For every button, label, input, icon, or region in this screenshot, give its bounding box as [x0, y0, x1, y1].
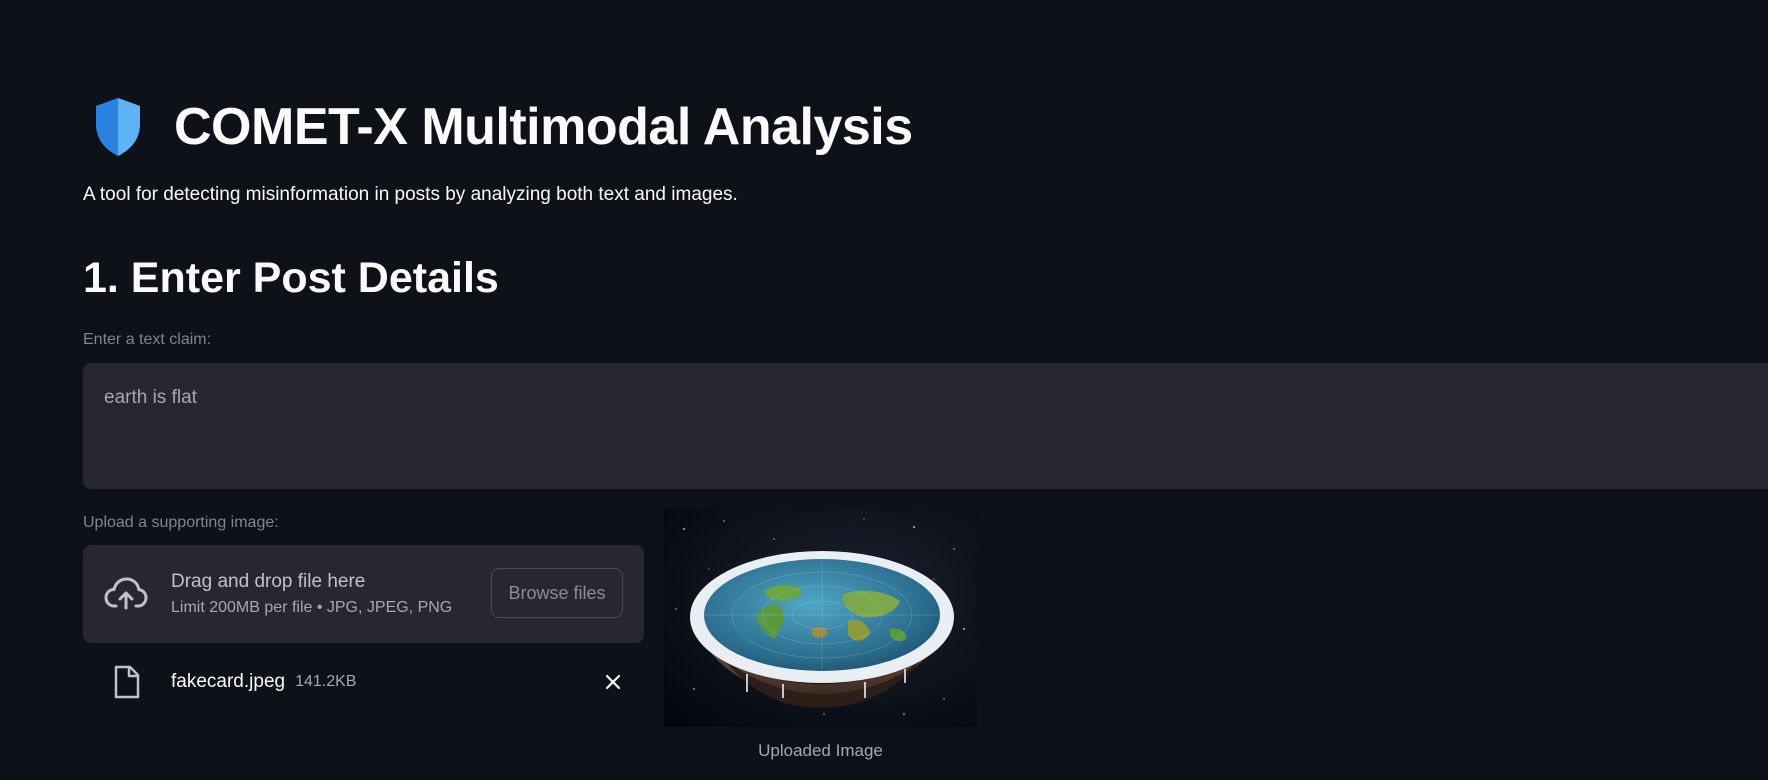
image-caption: Uploaded Image — [758, 741, 883, 760]
file-size: 141.2KB — [295, 673, 357, 690]
dropzone-title: Drag and drop file here — [171, 571, 366, 592]
text-claim-input[interactable]: earth is flat — [83, 363, 1768, 489]
uploaded-image-preview — [664, 509, 977, 727]
browse-files-button[interactable]: Browse files — [491, 568, 623, 618]
dropzone-text: Drag and drop file here Limit 200MB per … — [171, 571, 452, 617]
cloud-upload-icon — [104, 577, 148, 610]
page-subtitle: A tool for detecting misinformation in p… — [83, 184, 738, 205]
image-upload-label: Upload a supporting image: — [83, 514, 279, 531]
uploaded-file-row: fakecard.jpeg 141.2KB — [83, 662, 644, 702]
page-title: COMET-X Multimodal Analysis — [174, 98, 913, 156]
file-dropzone[interactable]: Drag and drop file here Limit 200MB per … — [83, 545, 644, 643]
app-page: COMET-X Multimodal Analysis A tool for d… — [0, 0, 1768, 780]
close-icon — [605, 674, 621, 690]
remove-file-button[interactable] — [601, 670, 625, 694]
file-icon — [114, 665, 140, 699]
title-row: COMET-X Multimodal Analysis — [93, 96, 913, 158]
text-claim-label: Enter a text claim: — [83, 331, 212, 348]
section-heading: 1. Enter Post Details — [83, 254, 499, 302]
file-name: fakecard.jpeg — [171, 671, 286, 692]
flat-earth-image — [664, 509, 977, 727]
dropzone-limit: Limit 200MB per file • JPG, JPEG, PNG — [171, 599, 453, 616]
shield-icon — [96, 98, 140, 156]
